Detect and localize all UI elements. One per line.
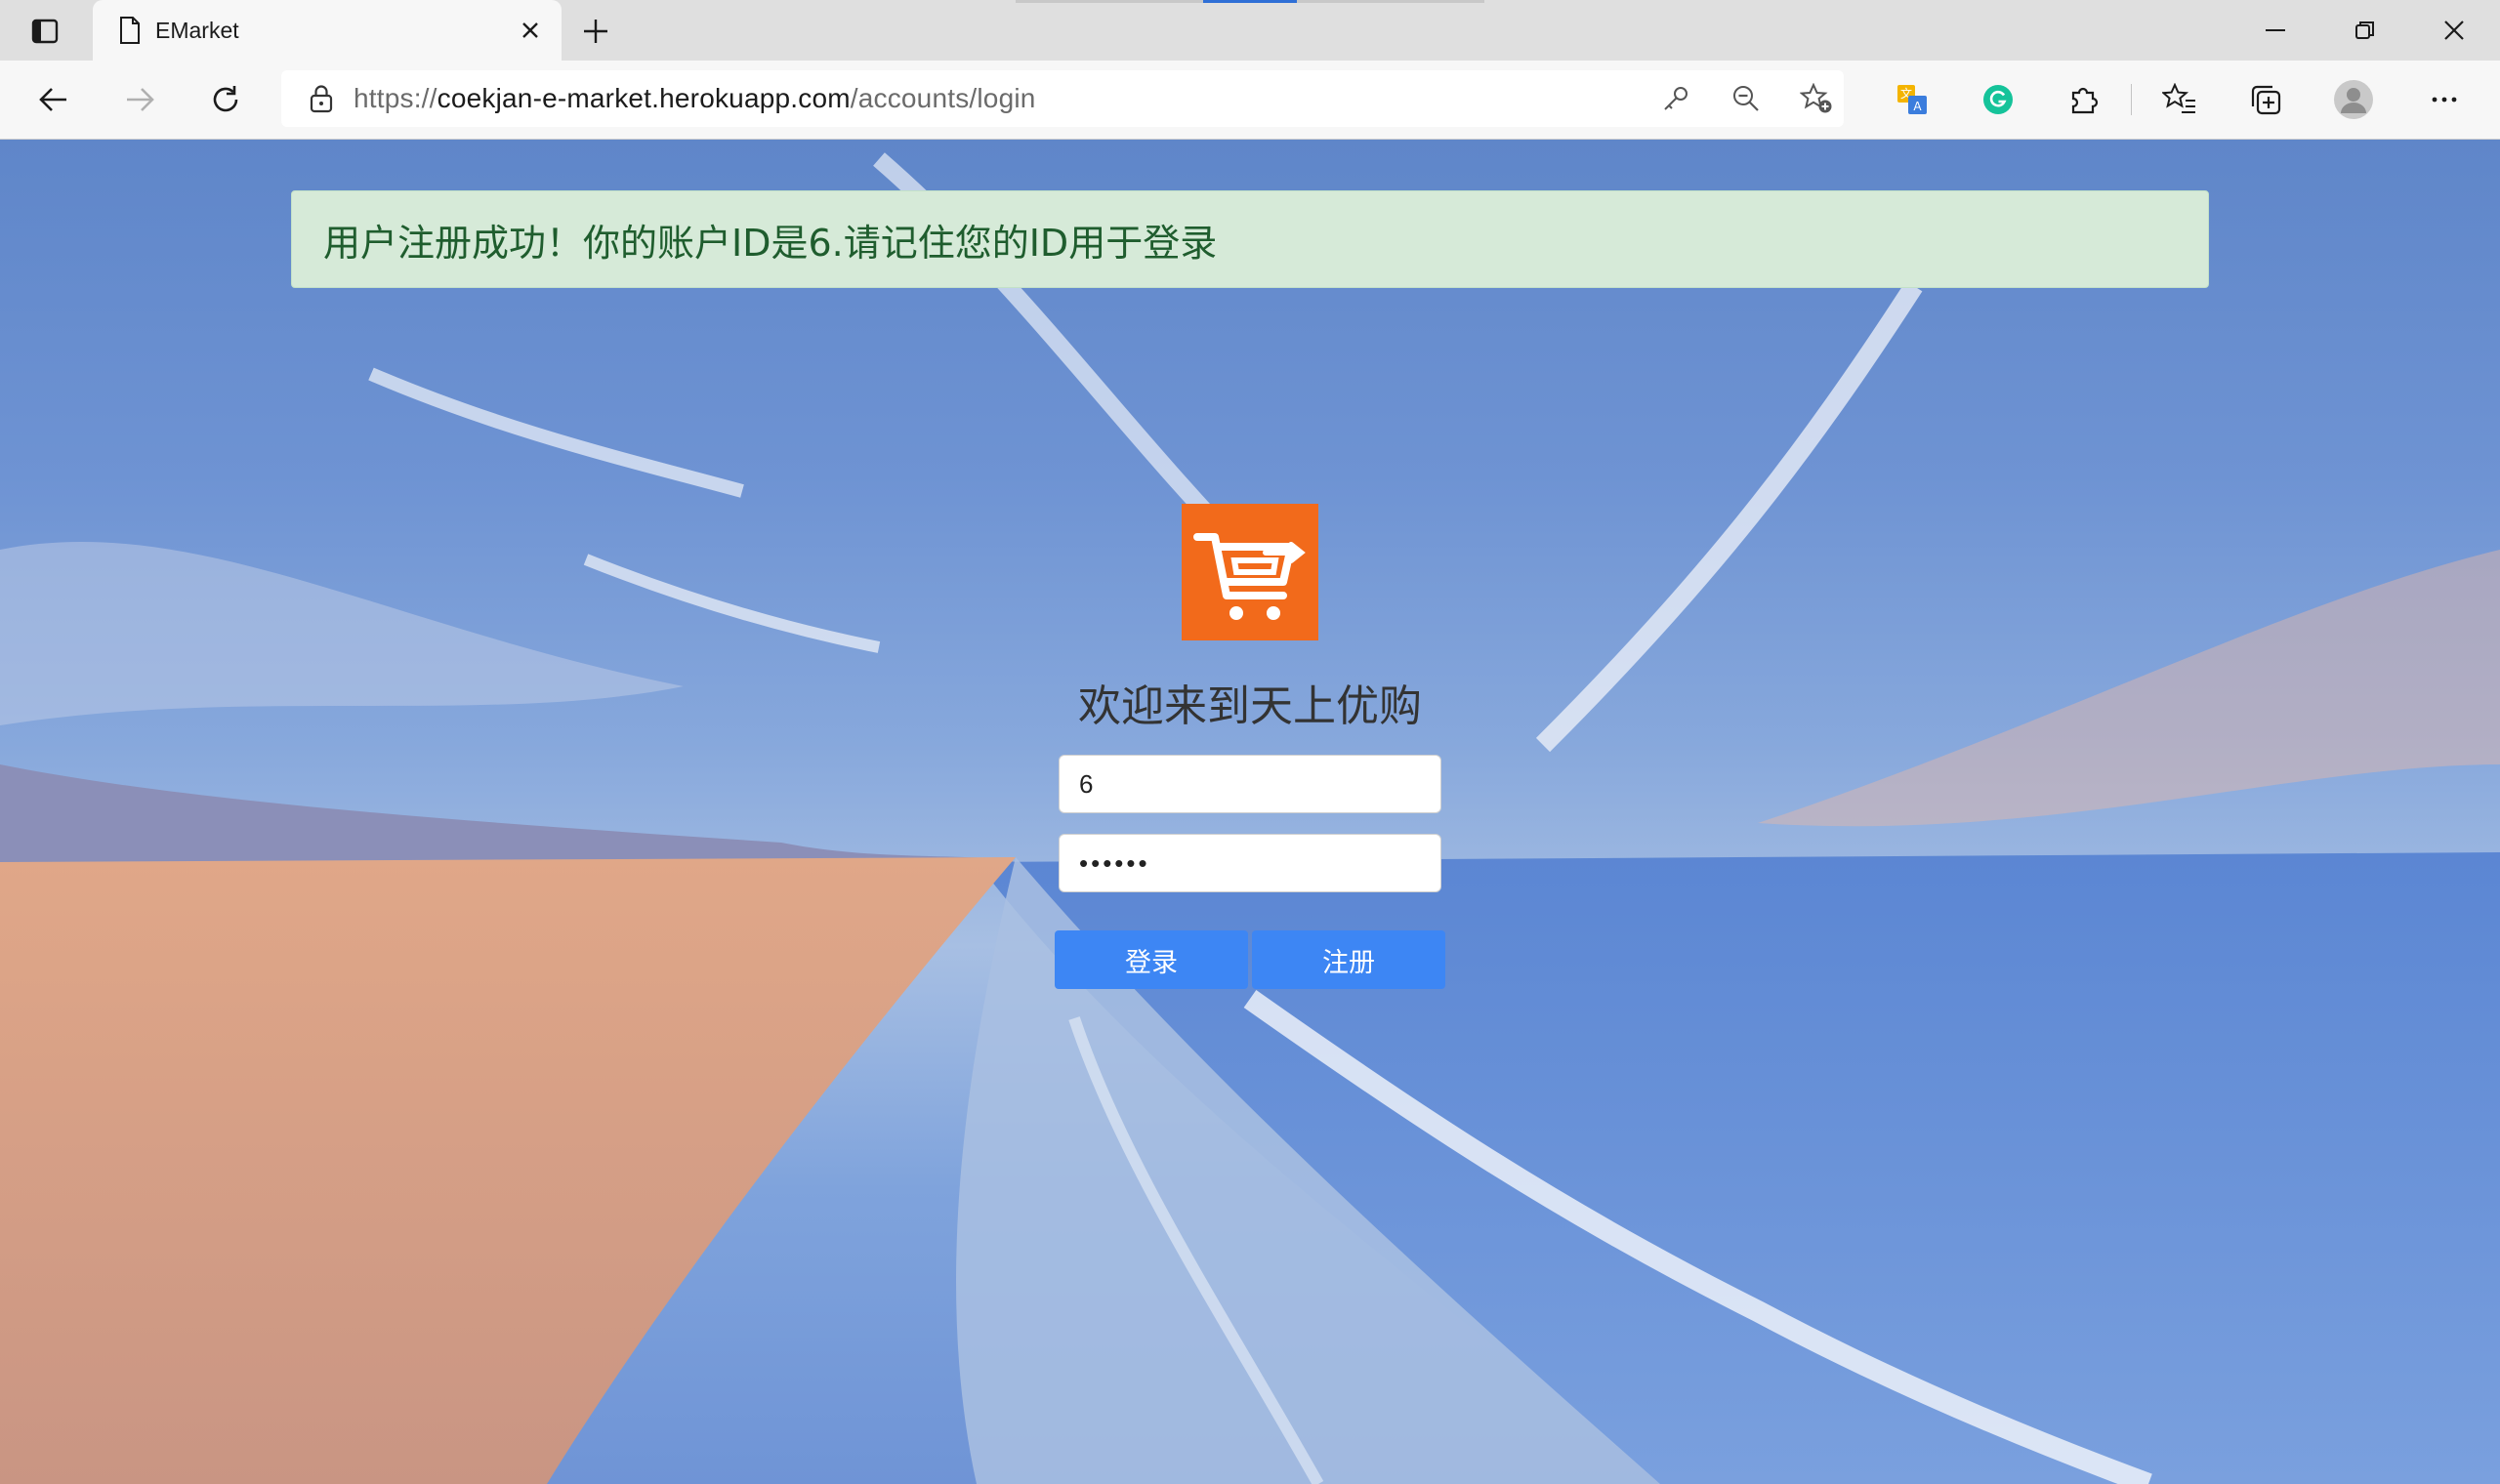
browser-toolbar: https://coekjan-e-market.herokuapp.com/a… — [0, 61, 2500, 140]
login-page: 用户注册成功！你的账户ID是6.请记住您的ID用于登录 欢迎来到天上优购 登录 … — [0, 140, 2500, 1484]
close-icon — [522, 22, 538, 38]
new-tab-button[interactable] — [576, 12, 615, 51]
register-button[interactable]: 注册 — [1252, 930, 1445, 989]
favorites-list-icon — [2162, 83, 2195, 113]
tab-strip: EMarket — [0, 0, 2500, 61]
minimize-button[interactable] — [2251, 10, 2300, 51]
tab-title: EMarket — [155, 17, 239, 43]
loading-indicator — [1016, 0, 1484, 3]
collections-button[interactable] — [2243, 77, 2288, 122]
registration-success-alert: 用户注册成功！你的账户ID是6.请记住您的ID用于登录 — [291, 190, 2209, 288]
lock-icon[interactable] — [309, 84, 334, 113]
close-tab-button[interactable] — [515, 15, 546, 46]
address-bar[interactable]: https://coekjan-e-market.herokuapp.com/a… — [281, 70, 1844, 127]
alert-message: 用户注册成功！你的账户ID是6.请记住您的ID用于登录 — [323, 221, 1218, 265]
favorites-button[interactable] — [2157, 77, 2202, 122]
avatar — [2334, 80, 2373, 119]
translate-extension-button[interactable]: 文 A — [1890, 77, 1935, 122]
plus-icon — [584, 20, 607, 43]
user-id-input[interactable] — [1059, 755, 1441, 813]
restore-button[interactable] — [2341, 10, 2390, 51]
tab-actions-icon — [31, 19, 59, 44]
settings-more-button[interactable] — [2422, 77, 2467, 122]
extensions-button[interactable] — [2062, 77, 2106, 122]
svg-text:A: A — [1913, 100, 1922, 113]
welcome-heading: 欢迎来到天上优购 — [1078, 681, 1422, 731]
back-arrow-icon — [39, 88, 66, 111]
puzzle-icon — [2071, 87, 2099, 114]
browser-tab[interactable]: EMarket — [93, 0, 562, 61]
toolbar-separator — [2131, 84, 2132, 115]
shopping-cart-logo — [1182, 504, 1318, 640]
login-button[interactable]: 登录 — [1055, 930, 1248, 989]
grammarly-extension-button[interactable] — [1976, 77, 2021, 122]
zoom-out-icon[interactable] — [1725, 77, 1768, 120]
url-text: https://coekjan-e-market.herokuapp.com/a… — [354, 83, 1036, 113]
back-button[interactable] — [31, 77, 76, 122]
grammarly-icon — [1983, 85, 2013, 114]
close-window-button[interactable] — [2430, 10, 2479, 51]
password-input[interactable] — [1059, 834, 1441, 892]
forward-arrow-icon — [127, 88, 154, 111]
close-window-icon — [2444, 21, 2464, 40]
password-key-icon[interactable] — [1654, 77, 1697, 120]
minimize-icon — [2266, 29, 2285, 31]
forward-button[interactable] — [117, 77, 162, 122]
add-favorite-icon[interactable] — [1795, 77, 1838, 120]
page-icon — [118, 16, 142, 45]
refresh-button[interactable] — [203, 77, 248, 122]
profile-button[interactable] — [2331, 77, 2376, 122]
more-options-icon — [2432, 97, 2457, 103]
restore-icon — [2355, 21, 2374, 39]
collections-icon — [2251, 85, 2281, 115]
translate-icon: 文 A — [1897, 85, 1927, 114]
refresh-icon — [213, 86, 238, 112]
tab-actions-button[interactable] — [21, 12, 68, 51]
